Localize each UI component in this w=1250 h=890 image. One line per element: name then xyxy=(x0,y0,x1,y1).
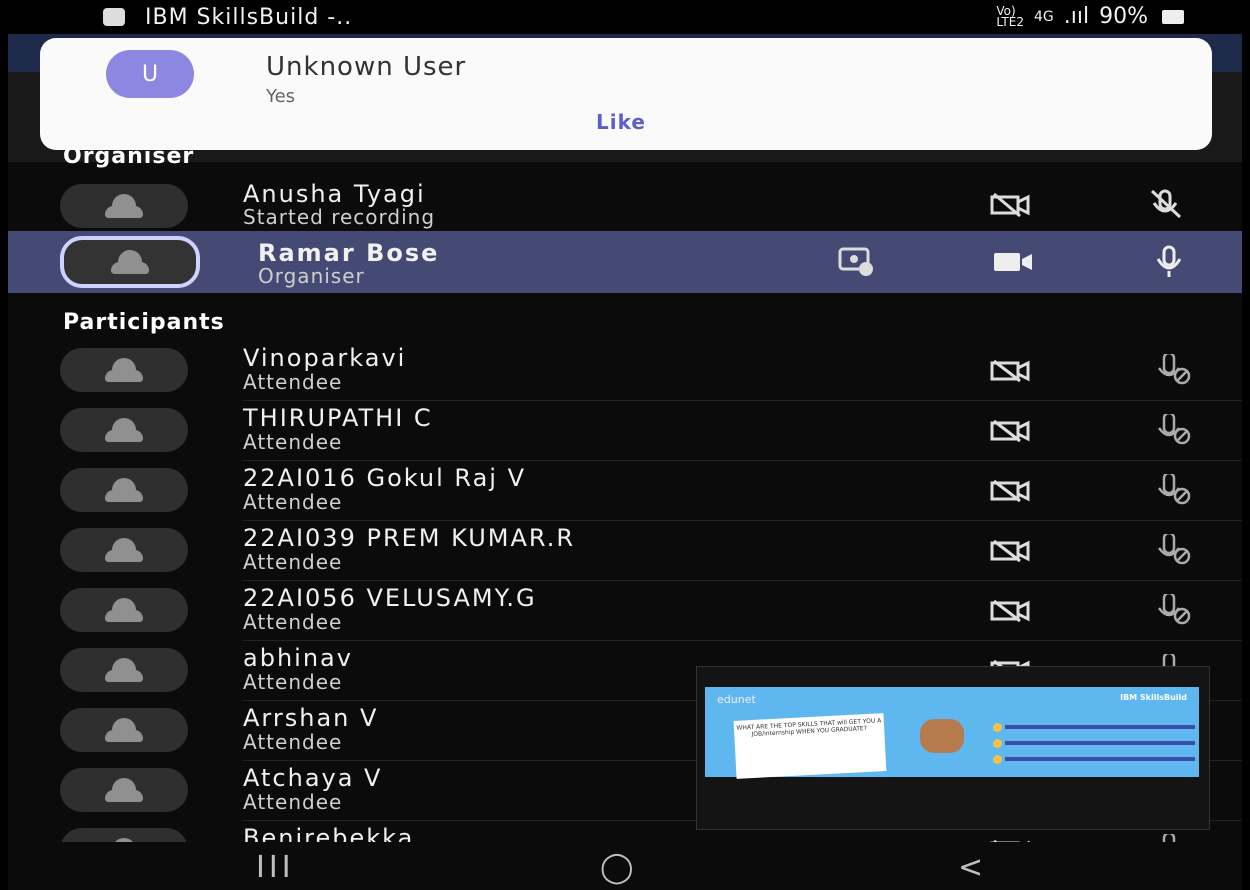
participant-role: Attendee xyxy=(243,610,343,634)
participant-role: Started recording xyxy=(243,205,436,229)
video-off-icon xyxy=(990,599,1030,623)
video-on-icon xyxy=(994,253,1032,271)
row-divider xyxy=(243,640,1242,641)
mic-off-icon xyxy=(1150,189,1182,219)
signal-icon: .ııl xyxy=(1063,4,1090,29)
video-off-icon xyxy=(990,539,1030,563)
like-button[interactable]: Like xyxy=(596,110,646,134)
status-indicators: Vo) LTE2 4G .ııl 90% xyxy=(996,4,1184,29)
avatar xyxy=(60,528,188,572)
brand-left: edunet xyxy=(717,693,756,706)
presentation-slide: edunet IBM SkillsBuild WHAT ARE THE TOP … xyxy=(705,687,1199,779)
message-text: Yes xyxy=(266,86,296,107)
participant-role: Attendee xyxy=(243,430,343,454)
participant-role: Attendee xyxy=(243,550,343,574)
video-off-icon xyxy=(990,479,1030,503)
home-button[interactable]: ◯ xyxy=(600,850,634,885)
mic-off-icon xyxy=(1157,534,1191,565)
battery-icon xyxy=(1162,9,1184,24)
participant-row[interactable]: 22AI056 VELUSAMY.G Attendee xyxy=(8,582,1242,642)
avatar xyxy=(60,468,188,512)
teams-icon xyxy=(103,8,125,26)
participant-name: 22AI056 VELUSAMY.G xyxy=(243,584,537,612)
presenter-illustration xyxy=(920,719,964,753)
participant-role: Attendee xyxy=(243,490,343,514)
network-label: Vo) LTE2 xyxy=(996,3,1024,29)
recent-apps-button[interactable]: III xyxy=(256,850,295,885)
mic-on-icon xyxy=(1156,245,1182,277)
signal-type: 4G xyxy=(1033,8,1054,25)
app-title: IBM SkillsBuild -.. xyxy=(145,4,353,30)
organiser-row[interactable]: Anusha Tyagi Started recording xyxy=(8,176,1242,236)
chat-notification[interactable]: U Unknown User Yes Like xyxy=(40,38,1212,150)
video-off-icon xyxy=(990,359,1030,383)
avatar xyxy=(60,236,200,288)
participant-row[interactable]: Vinoparkavi Attendee xyxy=(8,342,1242,402)
participant-role: Attendee xyxy=(243,370,343,394)
participant-role: Attendee xyxy=(243,790,343,814)
participant-name: Vinoparkavi xyxy=(243,344,407,372)
mic-off-icon xyxy=(1157,474,1191,505)
participant-row[interactable]: 22AI016 Gokul Raj V Attendee xyxy=(8,462,1242,522)
participant-name: Anusha Tyagi xyxy=(243,180,426,208)
sender-name: Unknown User xyxy=(266,52,467,82)
mic-off-icon xyxy=(1157,414,1191,445)
participant-name: Atchaya V xyxy=(243,764,383,792)
system-nav-bar: III ◯ < xyxy=(8,842,1242,890)
participant-name: THIRUPATHI C xyxy=(243,404,433,432)
organiser-section-title: Organiser xyxy=(63,144,195,169)
participant-row[interactable]: THIRUPATHI C Attendee xyxy=(8,402,1242,462)
sender-avatar: U xyxy=(106,50,194,98)
participant-row[interactable]: 22AI039 PREM KUMAR.R Attendee xyxy=(8,522,1242,582)
status-bar: IBM SkillsBuild -.. Vo) LTE2 4G .ııl 90% xyxy=(8,0,1242,34)
row-divider xyxy=(243,400,1242,401)
participants-section-title: Participants xyxy=(63,310,225,335)
participant-role: Attendee xyxy=(243,730,343,754)
avatar xyxy=(60,348,188,392)
avatar xyxy=(60,408,188,452)
row-divider xyxy=(243,460,1242,461)
video-off-icon xyxy=(990,192,1030,218)
organiser-row-active[interactable]: Ramar Bose Organiser xyxy=(8,231,1242,293)
brand-right: IBM SkillsBuild xyxy=(1120,693,1187,702)
avatar xyxy=(60,708,188,752)
participant-name: Arrshan V xyxy=(243,704,379,732)
participant-name: 22AI039 PREM KUMAR.R xyxy=(243,524,576,552)
mic-off-icon xyxy=(1157,354,1191,385)
screen-share-icon xyxy=(838,247,873,276)
avatar xyxy=(60,588,188,632)
presentation-pip[interactable]: edunet IBM SkillsBuild WHAT ARE THE TOP … xyxy=(696,666,1210,830)
video-off-icon xyxy=(990,419,1030,443)
participant-role: Attendee xyxy=(243,670,343,694)
participant-role: Organiser xyxy=(258,264,365,288)
mic-off-icon xyxy=(1157,594,1191,625)
avatar xyxy=(60,184,188,228)
avatar xyxy=(60,768,188,812)
back-button[interactable]: < xyxy=(958,850,983,885)
row-divider xyxy=(243,580,1242,581)
participant-name: Ramar Bose xyxy=(258,239,440,267)
row-divider xyxy=(243,520,1242,521)
slide-note: WHAT ARE THE TOP SKILLS THAT will GET YO… xyxy=(733,713,887,779)
participant-name: abhinav xyxy=(243,644,353,672)
avatar xyxy=(60,648,188,692)
app-frame: IBM SkillsBuild -.. Vo) LTE2 4G .ııl 90% … xyxy=(8,0,1242,890)
battery-level: 90% xyxy=(1099,4,1148,29)
participant-name: 22AI016 Gokul Raj V xyxy=(243,464,526,492)
